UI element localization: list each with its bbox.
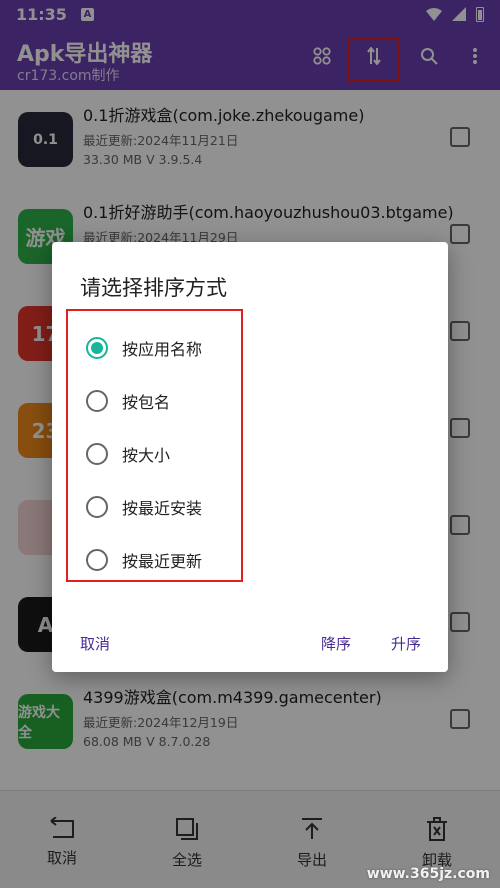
sort-option[interactable]: 按应用名称 — [86, 335, 202, 361]
radio-unchecked-icon[interactable] — [86, 443, 108, 465]
sort-option-label: 按最近更新 — [122, 552, 203, 571]
radio-unchecked-icon[interactable] — [86, 549, 108, 571]
radio-unchecked-icon[interactable] — [86, 496, 108, 518]
sort-dialog: 请选择排序方式 按应用名称按包名按大小按最近安装按最近更新 取消 降序 升序 — [52, 242, 448, 672]
sort-option-label: 按包名 — [122, 393, 171, 412]
sort-option[interactable]: 按最近更新 — [86, 547, 202, 573]
dialog-title: 请选择排序方式 — [80, 276, 227, 300]
sort-option-label: 按最近安装 — [122, 499, 203, 518]
sort-option-label: 按应用名称 — [122, 340, 203, 359]
sort-option[interactable]: 按大小 — [86, 441, 170, 467]
watermark: www.365jz.com — [366, 866, 490, 882]
radio-unchecked-icon[interactable] — [86, 390, 108, 412]
dialog-cancel-button[interactable]: 取消 — [80, 633, 110, 654]
ascending-button[interactable]: 升序 — [391, 633, 421, 654]
sort-option[interactable]: 按最近安装 — [86, 494, 202, 520]
sort-option-label: 按大小 — [122, 446, 171, 465]
radio-checked-icon[interactable] — [86, 337, 108, 359]
sort-option[interactable]: 按包名 — [86, 388, 170, 414]
descending-button[interactable]: 降序 — [321, 633, 351, 654]
